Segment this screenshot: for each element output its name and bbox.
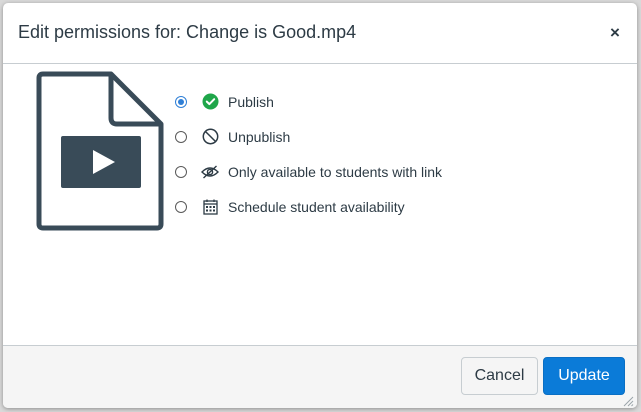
option-label: Unpublish	[228, 128, 291, 145]
option-link-only[interactable]: Only available to students with link	[173, 154, 442, 189]
link-only-radio[interactable]	[175, 165, 187, 178]
unpublish-radio[interactable]	[175, 130, 187, 143]
option-publish[interactable]: Publish	[173, 84, 442, 119]
video-file-icon	[35, 70, 165, 237]
option-label: Only available to students with link	[228, 163, 442, 180]
update-button[interactable]: Update	[543, 357, 625, 395]
permission-options: Publish Unpublish Only available to stud…	[173, 84, 442, 224]
option-unpublish[interactable]: Unpublish	[173, 119, 442, 154]
cancel-button[interactable]: Cancel	[461, 357, 538, 395]
no-entry-icon	[201, 128, 219, 146]
check-circle-icon	[201, 93, 219, 111]
dialog-footer: Cancel Update	[3, 345, 637, 408]
publish-radio[interactable]	[175, 95, 187, 108]
calendar-icon	[201, 198, 219, 216]
close-icon[interactable]: ×	[605, 23, 625, 43]
eye-slash-icon	[201, 163, 219, 181]
option-label: Publish	[228, 93, 274, 110]
resize-handle-icon[interactable]	[622, 394, 634, 407]
dialog-header: Edit permissions for: Change is Good.mp4…	[3, 3, 637, 64]
dialog-title: Edit permissions for: Change is Good.mp4	[18, 22, 357, 42]
edit-permissions-dialog: Edit permissions for: Change is Good.mp4…	[3, 3, 637, 408]
dialog-body: Publish Unpublish Only available to stud…	[3, 64, 637, 345]
schedule-radio[interactable]	[175, 200, 187, 213]
option-label: Schedule student availability	[228, 198, 405, 215]
option-schedule[interactable]: Schedule student availability	[173, 189, 442, 224]
